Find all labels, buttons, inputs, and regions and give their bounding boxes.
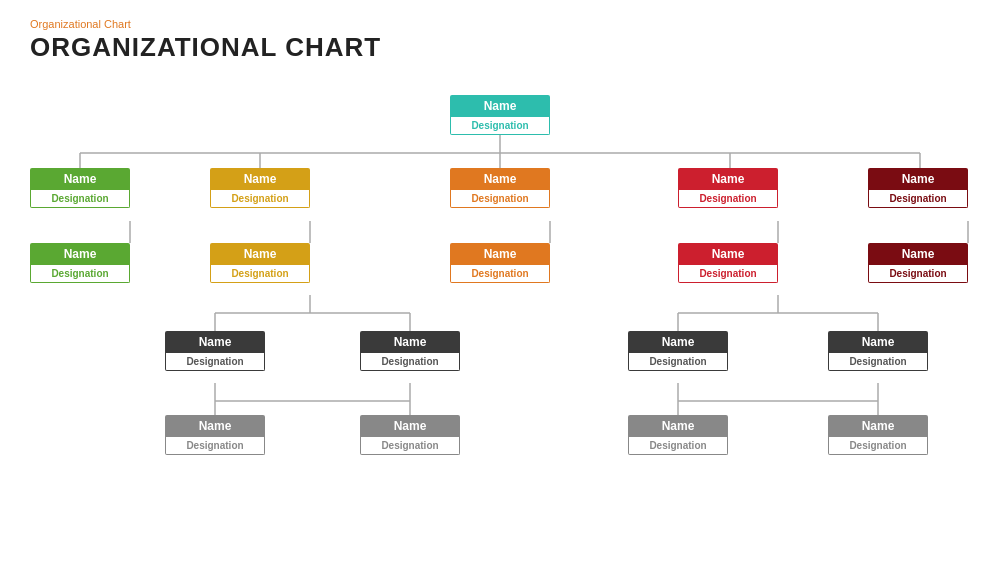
l1-4-designation: Designation (868, 190, 968, 208)
l2-node-1: Name Designation (210, 243, 310, 283)
l4-node-3: Name Designation (828, 415, 928, 455)
l4-3-name: Name (828, 415, 928, 437)
l3-0-designation: Designation (165, 353, 265, 371)
root-name: Name (450, 95, 550, 117)
l3-node-1: Name Designation (360, 331, 460, 371)
l1-node-1: Name Designation (210, 168, 310, 208)
l3-node-0: Name Designation (165, 331, 265, 371)
l4-0-name: Name (165, 415, 265, 437)
l4-node-0: Name Designation (165, 415, 265, 455)
subtitle: Organizational Chart (30, 18, 970, 30)
page: Organizational Chart ORGANIZATIONAL CHAR… (0, 0, 1000, 563)
l1-1-designation: Designation (210, 190, 310, 208)
l1-0-name: Name (30, 168, 130, 190)
root-designation: Designation (450, 117, 550, 135)
l1-node-0: Name Designation (30, 168, 130, 208)
l3-node-2: Name Designation (628, 331, 728, 371)
l2-3-name: Name (678, 243, 778, 265)
l4-node-1: Name Designation (360, 415, 460, 455)
l3-3-designation: Designation (828, 353, 928, 371)
l2-1-designation: Designation (210, 265, 310, 283)
l2-0-designation: Designation (30, 265, 130, 283)
l3-0-name: Name (165, 331, 265, 353)
l4-1-name: Name (360, 415, 460, 437)
l2-4-designation: Designation (868, 265, 968, 283)
l1-4-name: Name (868, 168, 968, 190)
l2-node-2: Name Designation (450, 243, 550, 283)
l2-1-name: Name (210, 243, 310, 265)
l3-2-designation: Designation (628, 353, 728, 371)
l1-1-name: Name (210, 168, 310, 190)
l2-node-4: Name Designation (868, 243, 968, 283)
connector-lines (30, 73, 970, 563)
l4-0-designation: Designation (165, 437, 265, 455)
l3-1-designation: Designation (360, 353, 460, 371)
l2-4-name: Name (868, 243, 968, 265)
l3-2-name: Name (628, 331, 728, 353)
l4-1-designation: Designation (360, 437, 460, 455)
l1-2-name: Name (450, 168, 550, 190)
l1-3-name: Name (678, 168, 778, 190)
l4-2-name: Name (628, 415, 728, 437)
l1-node-3: Name Designation (678, 168, 778, 208)
l1-0-designation: Designation (30, 190, 130, 208)
l1-3-designation: Designation (678, 190, 778, 208)
l1-2-designation: Designation (450, 190, 550, 208)
l3-node-3: Name Designation (828, 331, 928, 371)
l2-node-0: Name Designation (30, 243, 130, 283)
root-node: Name Designation (450, 95, 550, 135)
l4-2-designation: Designation (628, 437, 728, 455)
l1-node-2: Name Designation (450, 168, 550, 208)
l2-node-3: Name Designation (678, 243, 778, 283)
l2-2-name: Name (450, 243, 550, 265)
page-title: ORGANIZATIONAL CHART (30, 32, 970, 63)
l3-1-name: Name (360, 331, 460, 353)
l3-3-name: Name (828, 331, 928, 353)
chart-area: Name Designation Name Designation Name D… (30, 73, 970, 563)
l2-3-designation: Designation (678, 265, 778, 283)
l4-node-2: Name Designation (628, 415, 728, 455)
l2-2-designation: Designation (450, 265, 550, 283)
l1-node-4: Name Designation (868, 168, 968, 208)
l4-3-designation: Designation (828, 437, 928, 455)
l2-0-name: Name (30, 243, 130, 265)
